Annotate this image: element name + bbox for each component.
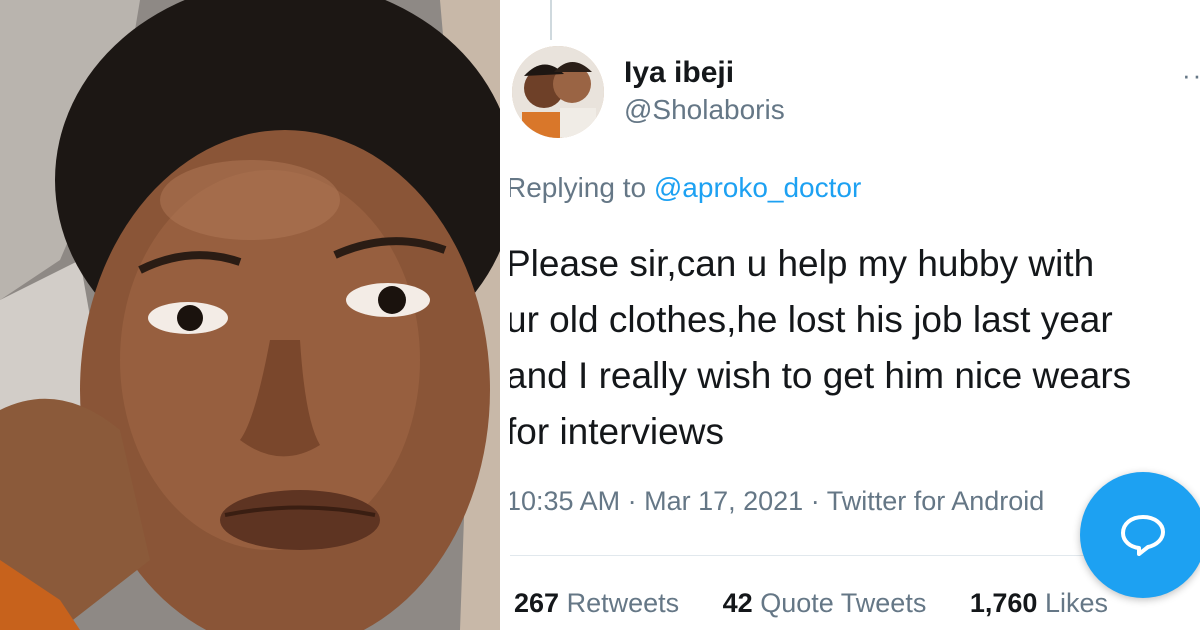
tweet-text: Please sir,can u help my hubby with ur o… (510, 243, 1132, 452)
replying-to-line: Replying to @aproko_doctor (510, 172, 861, 204)
likes-stat[interactable]: 1,760 Likes (970, 588, 1108, 618)
tweet-date[interactable]: Mar 17, 2021 (644, 486, 803, 516)
engagement-stats: 267 Retweets 42 Quote Tweets 1,760 Likes (514, 588, 1144, 619)
tweet-metadata: 10:35 AM · Mar 17, 2021 · Twitter for An… (510, 486, 1044, 517)
tweet-source[interactable]: Twitter for Android (827, 486, 1045, 516)
panel-divider (500, 0, 510, 630)
speech-bubble-icon (1121, 515, 1165, 556)
replying-to-label: Replying to (510, 172, 654, 203)
compose-reply-button[interactable] (1080, 472, 1200, 598)
selfie-photo (0, 0, 500, 630)
thread-connector (550, 0, 552, 40)
ellipsis-icon[interactable]: ·· (1182, 60, 1200, 91)
quote-tweets-stat[interactable]: 42 Quote Tweets (723, 588, 927, 618)
user-handle[interactable]: @Sholaboris (624, 94, 785, 126)
retweets-label: Retweets (566, 588, 680, 618)
photo-illustration (0, 0, 500, 630)
meta-separator: · (803, 486, 827, 516)
tweet-time[interactable]: 10:35 AM (510, 486, 620, 516)
quote-tweets-count: 42 (722, 588, 753, 618)
tweet-card: Iya ibeji @Sholaboris ·· Replying to @ap… (510, 0, 1200, 630)
avatar[interactable] (512, 46, 604, 138)
likes-label: Likes (1044, 588, 1108, 618)
replying-to-mention[interactable]: @aproko_doctor (654, 172, 861, 203)
meta-separator: · (620, 486, 645, 516)
display-name[interactable]: Iya ibeji (624, 56, 734, 90)
quote-tweets-label: Quote Tweets (760, 588, 927, 618)
retweets-count: 267 (514, 588, 560, 618)
retweets-stat[interactable]: 267 Retweets (514, 588, 679, 618)
likes-count: 1,760 (969, 588, 1038, 618)
avatar-image (512, 46, 604, 138)
